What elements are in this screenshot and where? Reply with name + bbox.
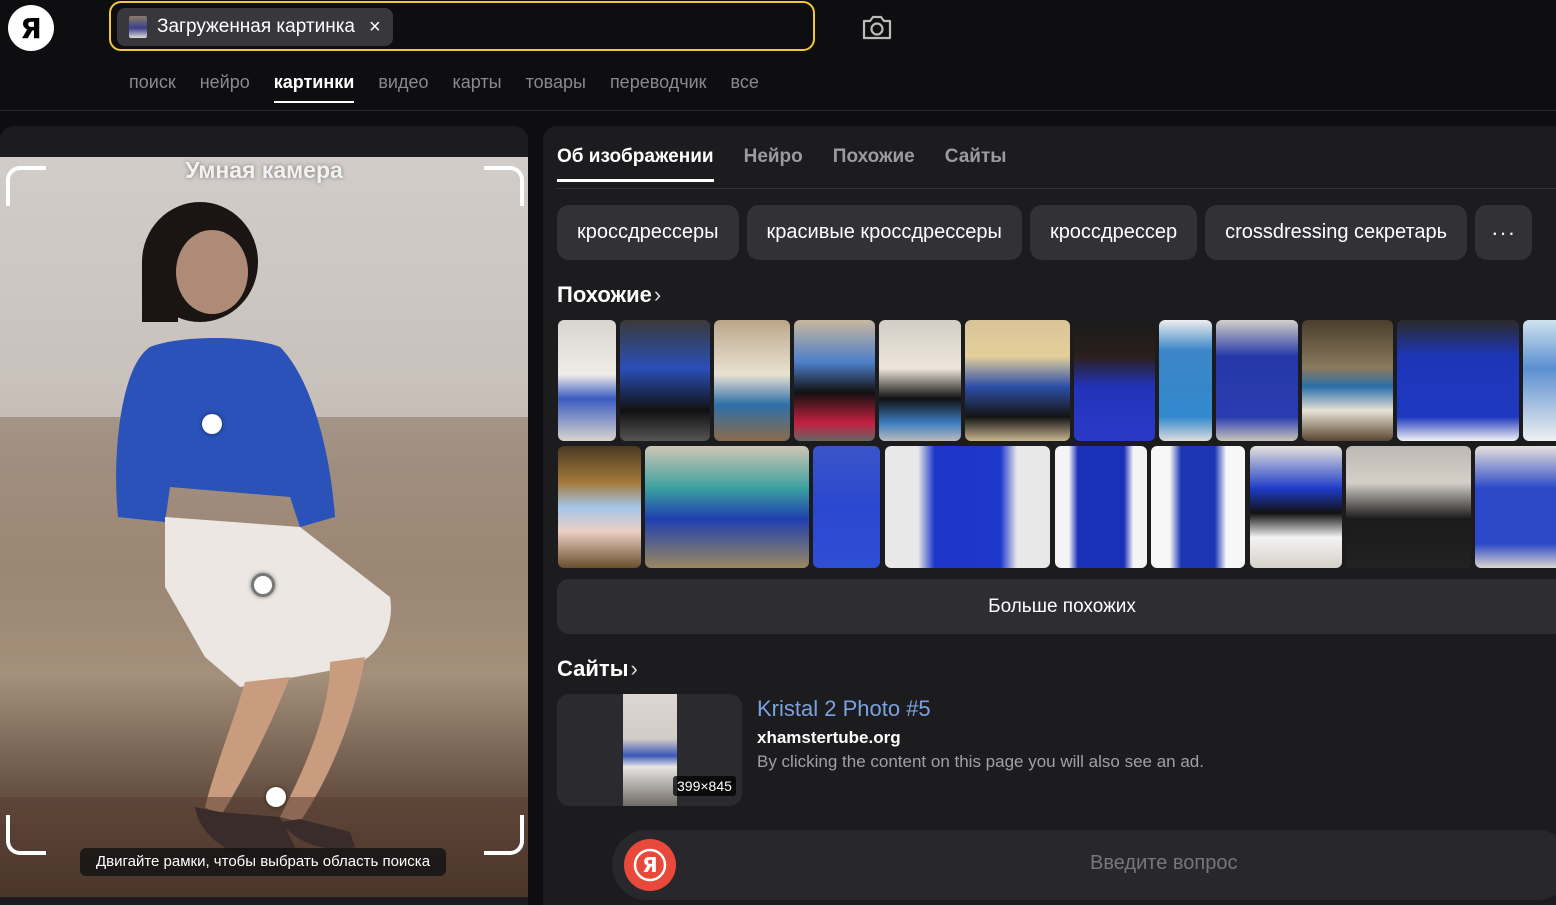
search-box[interactable]: Загруженная картинка × bbox=[109, 1, 815, 51]
tab-goods[interactable]: товары bbox=[526, 72, 586, 103]
tab-all[interactable]: все bbox=[731, 72, 759, 103]
similar-thumbnail[interactable] bbox=[1302, 320, 1393, 441]
similar-thumbnail[interactable] bbox=[1397, 320, 1519, 441]
similar-thumbnail[interactable] bbox=[1074, 320, 1155, 441]
crop-hint: Двигайте рамки, чтобы выбрать область по… bbox=[80, 848, 446, 876]
smart-camera-panel: Умная камера bbox=[0, 126, 528, 905]
similar-thumbnail[interactable] bbox=[1159, 320, 1212, 441]
crop-corner-bottom-left[interactable] bbox=[6, 815, 46, 855]
similar-thumbnail[interactable] bbox=[714, 320, 790, 441]
yandex-logo[interactable]: Я bbox=[8, 5, 54, 51]
more-tags-button[interactable]: ··· bbox=[1475, 205, 1533, 260]
similar-thumbnail[interactable] bbox=[645, 446, 809, 568]
camera-icon[interactable] bbox=[860, 12, 894, 42]
panel-tabs: Об изображении Нейро Похожие Сайты bbox=[557, 146, 1036, 182]
site-description: By clicking the content on this page you… bbox=[757, 752, 1204, 771]
similar-thumbnail[interactable] bbox=[885, 446, 1050, 568]
uploaded-image-chip[interactable]: Загруженная картинка × bbox=[117, 8, 393, 46]
similar-thumbnail[interactable] bbox=[1523, 320, 1556, 441]
more-similar-button[interactable]: Больше похожих bbox=[557, 579, 1556, 634]
site-domain[interactable]: xhamstertube.org bbox=[757, 728, 901, 748]
similar-title-label: Похожие bbox=[557, 282, 652, 307]
tab-similar[interactable]: Похожие bbox=[833, 146, 915, 182]
uploaded-photo: Умная камера bbox=[0, 157, 528, 897]
uploaded-image-thumbnail bbox=[129, 16, 147, 38]
svg-text:Я: Я bbox=[642, 853, 657, 877]
tab-sites[interactable]: Сайты bbox=[945, 146, 1007, 182]
similar-thumbnail[interactable] bbox=[558, 446, 641, 568]
close-icon[interactable]: × bbox=[369, 16, 381, 39]
object-point-blouse[interactable] bbox=[202, 414, 222, 434]
similar-thumbnail[interactable] bbox=[794, 320, 875, 441]
object-point-skirt[interactable] bbox=[251, 573, 275, 597]
image-size-badge: 399×845 bbox=[673, 776, 736, 796]
similar-thumbnail[interactable] bbox=[1151, 446, 1245, 568]
ask-placeholder: Введите вопрос bbox=[1090, 852, 1238, 874]
sites-title-label: Сайты bbox=[557, 656, 629, 681]
tab-search[interactable]: поиск bbox=[129, 72, 176, 103]
smart-camera-title: Умная камера bbox=[185, 157, 343, 183]
object-point-shoes[interactable] bbox=[266, 787, 286, 807]
tab-about-image[interactable]: Об изображении bbox=[557, 146, 714, 182]
similar-thumbnail[interactable] bbox=[813, 446, 880, 568]
service-tabs: поиск нейро картинки видео карты товары … bbox=[129, 72, 783, 103]
similar-thumbnail[interactable] bbox=[879, 320, 961, 441]
chevron-right-icon: › bbox=[653, 282, 662, 307]
tag-list: кроссдрессеры красивые кроссдрессеры кро… bbox=[557, 205, 1533, 260]
tag-chip[interactable]: crossdressing секретарь bbox=[1205, 205, 1468, 260]
tag-chip[interactable]: красивые кроссдрессеры bbox=[746, 205, 1022, 260]
tab-video[interactable]: видео bbox=[378, 72, 428, 103]
tab-images[interactable]: картинки bbox=[273, 72, 354, 103]
tab-neuro[interactable]: Нейро bbox=[744, 146, 803, 182]
tab-maps[interactable]: карты bbox=[452, 72, 501, 103]
similar-thumbnail[interactable] bbox=[1475, 446, 1556, 568]
panel-tabs-divider bbox=[557, 188, 1556, 189]
header-divider bbox=[0, 110, 1556, 111]
crop-corner-top-left[interactable] bbox=[6, 166, 46, 206]
sites-section-title[interactable]: Сайты› bbox=[557, 656, 638, 682]
crop-corner-top-right[interactable] bbox=[484, 166, 524, 206]
similar-thumbnail[interactable] bbox=[1346, 446, 1471, 568]
tag-chip[interactable]: кроссдрессеры bbox=[557, 205, 739, 260]
tab-translator[interactable]: переводчик bbox=[610, 72, 707, 103]
similar-thumbnail[interactable] bbox=[965, 320, 1070, 441]
similar-thumbnail[interactable] bbox=[620, 320, 710, 441]
tag-chip[interactable]: кроссдрессер bbox=[1029, 205, 1198, 260]
chevron-right-icon: › bbox=[630, 656, 638, 681]
similar-thumbnail[interactable] bbox=[558, 320, 616, 441]
alice-icon[interactable]: Я bbox=[624, 839, 676, 891]
similar-section-title[interactable]: Похожие› bbox=[557, 282, 661, 308]
site-title-link[interactable]: Kristal 2 Photo #5 bbox=[757, 696, 931, 722]
similar-thumbnail[interactable] bbox=[1250, 446, 1342, 568]
crop-corner-bottom-right[interactable] bbox=[484, 815, 524, 855]
ask-question-input[interactable] bbox=[612, 830, 1556, 900]
similar-thumbnail[interactable] bbox=[1055, 446, 1147, 568]
site-image bbox=[623, 694, 677, 806]
chip-label: Загруженная картинка bbox=[157, 16, 355, 37]
site-thumbnail[interactable]: 399×845 bbox=[557, 694, 742, 806]
tab-neuro[interactable]: нейро bbox=[200, 72, 250, 103]
similar-thumbnail[interactable] bbox=[1216, 320, 1298, 441]
